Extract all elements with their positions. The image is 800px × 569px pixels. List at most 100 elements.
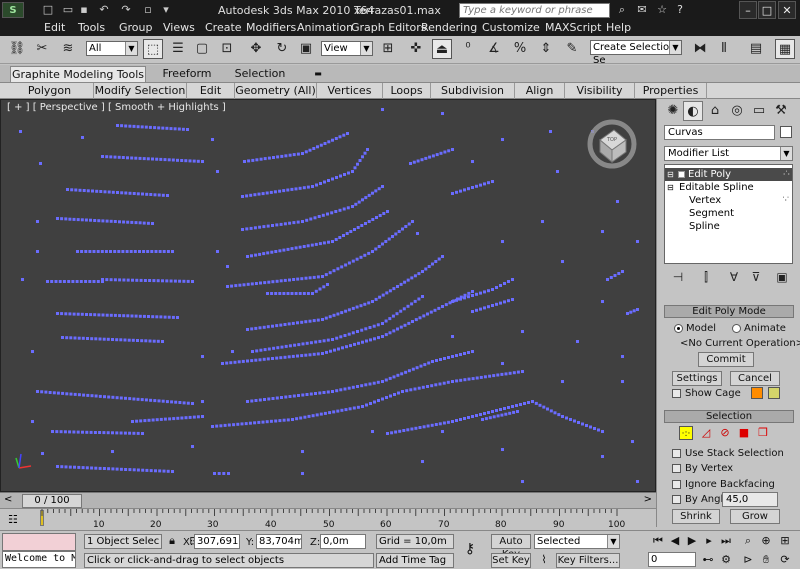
select-and-move-icon[interactable]: ✥ bbox=[246, 39, 266, 59]
time-configuration-icon[interactable]: ⚙ bbox=[718, 552, 734, 568]
field-of-view-icon[interactable]: ⊳ bbox=[740, 552, 756, 568]
stack-item-editable-spline[interactable]: ⊟ Editable Spline bbox=[665, 181, 792, 194]
modifier-list-dropdown[interactable]: Modifier List ▼ bbox=[664, 146, 793, 161]
subscription-icon[interactable]: ✉ bbox=[634, 2, 650, 18]
maxscript-listener[interactable]: Welcome to M bbox=[2, 551, 76, 568]
previous-frame-icon[interactable]: ◀ bbox=[667, 533, 683, 549]
maxscript-listener-pink[interactable] bbox=[2, 533, 76, 551]
selection-header[interactable]: Selection bbox=[664, 410, 794, 423]
panel-polygon-modeling[interactable]: Polygon Modeling bbox=[6, 83, 94, 112]
current-frame-field[interactable]: 0 bbox=[648, 552, 696, 567]
hold-icon[interactable]: ▫ bbox=[140, 2, 156, 18]
time-slider-next-icon[interactable]: > bbox=[644, 494, 652, 505]
percent-snap-icon[interactable]: % bbox=[510, 39, 530, 59]
go-to-end-icon[interactable]: ⏭ bbox=[718, 533, 734, 549]
angle-snap-icon[interactable]: ∡ bbox=[484, 39, 504, 59]
layer-manager-icon[interactable]: ▤ bbox=[746, 39, 766, 59]
viewport-canvas[interactable]: TOP bbox=[1, 100, 656, 492]
orbit-icon[interactable]: ⟳ bbox=[777, 552, 793, 568]
lock-selection-icon[interactable]: 🔒︎ bbox=[164, 533, 180, 549]
bind-space-warp-icon[interactable]: ≋ bbox=[58, 39, 78, 59]
minimize-icon[interactable]: – bbox=[739, 1, 757, 19]
tab-graphite-modeling-tools[interactable]: Graphite Modeling Tools bbox=[10, 66, 146, 82]
stack-item-vertex[interactable]: Vertex ˙·˙ bbox=[665, 194, 792, 207]
edge-subobject-icon[interactable]: ◿ bbox=[699, 426, 713, 440]
panel-visibility[interactable]: Visibility bbox=[565, 83, 635, 99]
rectangular-selection-icon[interactable]: ▢ bbox=[192, 39, 212, 59]
named-selection-dropdown[interactable]: Create Selection Se ▼ bbox=[590, 40, 682, 66]
next-frame-icon[interactable]: ▸ bbox=[701, 533, 717, 549]
border-subobject-icon[interactable]: ⊘ bbox=[718, 426, 732, 440]
stack-item-spline[interactable]: Spline bbox=[665, 220, 792, 233]
use-stack-selection-checkbox[interactable] bbox=[672, 449, 681, 458]
make-unique-icon[interactable]: ∀ bbox=[724, 268, 744, 286]
add-time-tag-button[interactable]: Add Time Tag bbox=[376, 553, 454, 568]
reference-coordinate-dropdown[interactable]: View ▼ bbox=[321, 41, 373, 56]
panel-geometry-all[interactable]: Geometry (All) bbox=[235, 83, 317, 99]
remove-modifier-icon[interactable]: ⊽ bbox=[746, 268, 766, 286]
panel-properties[interactable]: Properties bbox=[635, 83, 707, 99]
menu-animation[interactable]: Animation bbox=[297, 21, 353, 34]
vertex-subobject-icon[interactable]: ·:· bbox=[679, 426, 693, 440]
polygon-subobject-icon[interactable]: ■ bbox=[737, 426, 751, 440]
by-angle-spinner[interactable]: 45,0 bbox=[722, 492, 778, 507]
shrink-button[interactable]: Shrink bbox=[672, 509, 720, 524]
panel-modify-selection[interactable]: Modify Selection bbox=[94, 83, 187, 99]
expand-icon[interactable]: ⊟ bbox=[667, 168, 675, 181]
menu-tools[interactable]: Tools bbox=[78, 21, 105, 34]
select-object-icon[interactable]: ⬚ bbox=[143, 39, 163, 59]
z-coordinate-field[interactable]: 0,0m bbox=[320, 534, 366, 549]
edit-named-selection-icon[interactable]: ✎ bbox=[562, 39, 582, 59]
set-key-icon[interactable]: ⚷ bbox=[462, 541, 478, 557]
zoom-all-icon[interactable]: ⊕ bbox=[758, 533, 774, 549]
key-mode-dropdown[interactable]: Selected ▼ bbox=[534, 534, 620, 549]
by-angle-checkbox[interactable] bbox=[672, 495, 681, 504]
configure-modifier-sets-icon[interactable]: ▣ bbox=[772, 268, 792, 286]
quick-access-dropdown-icon[interactable]: ▾ bbox=[158, 2, 174, 18]
x-coordinate-field[interactable]: 307,691m bbox=[194, 534, 240, 549]
undo-icon[interactable]: ↶ bbox=[96, 2, 112, 18]
menu-create[interactable]: Create bbox=[205, 21, 242, 34]
display-tab-icon[interactable]: ▭ bbox=[749, 101, 769, 121]
commit-button[interactable]: Commit bbox=[698, 352, 754, 367]
mirror-icon[interactable]: ⧓ bbox=[690, 39, 710, 59]
model-radio[interactable] bbox=[674, 324, 683, 333]
help-icon[interactable]: ? bbox=[672, 2, 688, 18]
expand-icon[interactable]: ⊟ bbox=[667, 181, 675, 194]
set-key-button[interactable]: Set Key bbox=[491, 553, 531, 568]
selection-filter-dropdown[interactable]: All ▼ bbox=[86, 41, 138, 56]
spinner-snap-icon[interactable]: ⇕ bbox=[536, 39, 556, 59]
select-by-name-icon[interactable]: ☰ bbox=[168, 39, 188, 59]
favorites-icon[interactable]: ☆ bbox=[654, 2, 670, 18]
close-icon[interactable]: ✕ bbox=[778, 1, 796, 19]
show-end-result-icon[interactable]: ⫿ bbox=[696, 268, 716, 286]
menu-group[interactable]: Group bbox=[119, 21, 153, 34]
zoom-extents-icon[interactable]: ⊞ bbox=[777, 533, 793, 549]
search-input[interactable]: Type a keyword or phrase bbox=[459, 3, 610, 18]
search-icon[interactable]: ⌕ bbox=[614, 2, 630, 18]
menu-rendering[interactable]: Rendering bbox=[421, 21, 477, 34]
select-and-link-icon[interactable]: ⛓ bbox=[7, 39, 27, 59]
align-icon[interactable]: ⫴ bbox=[714, 39, 734, 59]
motion-tab-icon[interactable]: ◎ bbox=[727, 101, 747, 121]
pin-stack-icon[interactable]: ⊣ bbox=[668, 268, 688, 286]
menu-edit[interactable]: Edit bbox=[44, 21, 65, 34]
go-to-start-icon[interactable]: ⏮ bbox=[650, 533, 666, 549]
window-crossing-icon[interactable]: ⊡ bbox=[217, 39, 237, 59]
track-bar[interactable]: ☷ 10 20 30 40 50 60 70 80 90 100 bbox=[0, 508, 656, 530]
key-mode-toggle-icon[interactable]: ⊷ bbox=[700, 552, 716, 568]
cage-color-swatch[interactable] bbox=[751, 387, 763, 399]
by-vertex-checkbox[interactable] bbox=[672, 464, 681, 473]
open-file-icon[interactable]: ▭ bbox=[60, 2, 76, 18]
pan-icon[interactable]: ✋︎ bbox=[758, 552, 774, 568]
object-color-swatch[interactable] bbox=[780, 126, 792, 138]
redo-icon[interactable]: ↷ bbox=[118, 2, 134, 18]
graphite-toggle-icon[interactable]: ▦ bbox=[775, 39, 795, 59]
show-cage-checkbox[interactable] bbox=[672, 389, 681, 398]
select-and-scale-icon[interactable]: ▣ bbox=[296, 39, 316, 59]
unlink-icon[interactable]: ✂ bbox=[32, 39, 52, 59]
manipulate-icon[interactable]: ✜ bbox=[406, 39, 426, 59]
element-subobject-icon[interactable]: ❒ bbox=[756, 426, 770, 440]
pivot-center-icon[interactable]: ⊞ bbox=[378, 39, 398, 59]
menu-help[interactable]: Help bbox=[606, 21, 631, 34]
